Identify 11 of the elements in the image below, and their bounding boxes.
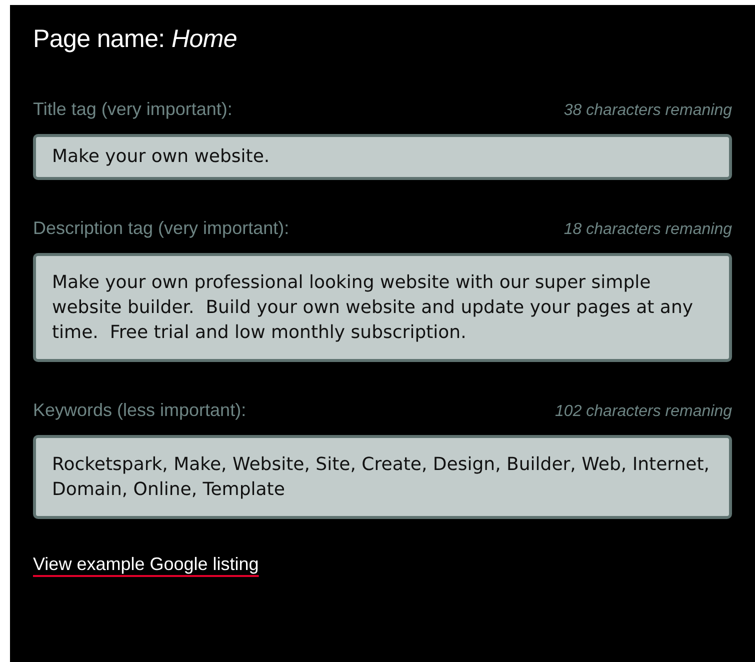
input-field[interactable]: Make your own website.: [33, 134, 732, 180]
character-counter: 102 characters remaning: [555, 403, 732, 421]
field-label: Keywords (less important):: [33, 400, 246, 421]
character-counter: 38 characters remaning: [564, 102, 732, 120]
character-counter: 18 characters remaning: [564, 221, 732, 239]
page-name-heading: Page name: Home: [33, 25, 238, 54]
google-listing-link[interactable]: View example Google listing: [33, 554, 259, 575]
input-field[interactable]: Rocketspark, Make, Website, Site, Create, Design, Builder, Web, Internet, Domain, Online, Template: [33, 435, 732, 519]
field-label: Description tag (very important):: [33, 218, 290, 239]
field-label: Title tag (very important):: [33, 99, 232, 120]
input-field[interactable]: Make your own professional looking website with our super simple website builder. Build your own website and update your pages at any time. Free trial and low monthly subscription.: [33, 253, 732, 362]
